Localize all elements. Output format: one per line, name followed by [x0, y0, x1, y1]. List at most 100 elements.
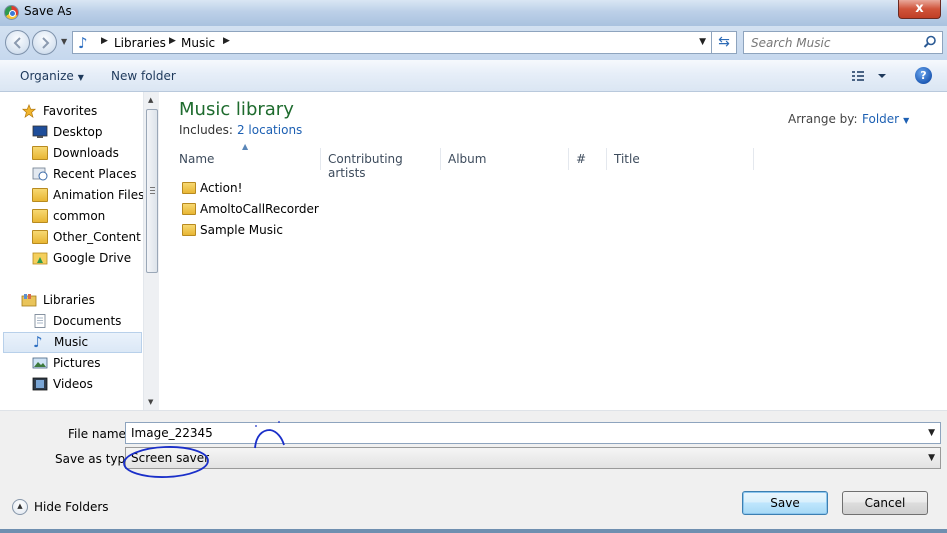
folder-icon [182, 182, 196, 194]
nav-item-other-content[interactable]: Other_Content [0, 227, 142, 248]
refresh-button[interactable]: ⇆ [712, 31, 737, 54]
command-bar: Organize ▼ New folder ? [0, 60, 947, 92]
chevron-down-icon: ▼ [928, 453, 935, 463]
nav-libraries-label: Libraries [43, 293, 95, 307]
nav-item-label: Pictures [53, 356, 101, 370]
nav-favorites-label: Favorites [43, 104, 98, 118]
scroll-down-icon[interactable]: ▼ [148, 398, 153, 406]
scroll-up-icon[interactable]: ▲ [148, 96, 153, 104]
nav-item-label: Desktop [53, 125, 103, 139]
nav-item-desktop[interactable]: Desktop [0, 122, 142, 143]
nav-item-label: Videos [53, 377, 93, 391]
new-folder-button[interactable]: New folder [111, 69, 176, 83]
nav-item-label: Other_Content [53, 230, 141, 244]
file-row[interactable]: Sample Music [179, 220, 439, 241]
nav-item-animation-files[interactable]: Animation Files [0, 185, 145, 206]
nav-item-recent-places[interactable]: Recent Places [0, 164, 142, 185]
column-header-title[interactable]: Title [607, 148, 754, 170]
save-as-type-select[interactable]: Screen saver ▼ [125, 447, 941, 469]
breadcrumb-chevron-icon[interactable]: ▶ [169, 36, 176, 46]
google-drive-icon [32, 252, 48, 265]
search-icon[interactable] [923, 35, 937, 49]
close-button[interactable]: x [898, 0, 941, 19]
nav-item-label: Google Drive [53, 251, 132, 265]
organize-label: Organize [20, 69, 74, 83]
address-dropdown-icon[interactable]: ▼ [699, 37, 706, 47]
navigation-pane: Favorites Desktop Downloads Recent Place… [0, 92, 159, 410]
file-name: Sample Music [200, 223, 283, 237]
address-bar[interactable]: ♪ ▶ Libraries ▶ Music ▶ ▼ [72, 31, 712, 54]
recent-places-icon [32, 167, 48, 181]
chrome-app-icon [4, 5, 19, 20]
breadcrumb-chevron-icon[interactable]: ▶ [101, 36, 108, 46]
nav-favorites-header[interactable]: Favorites [0, 101, 142, 122]
arrange-by-value: Folder [862, 112, 900, 126]
search-box[interactable] [743, 31, 943, 54]
column-header-number[interactable]: # [569, 148, 607, 170]
nav-item-music[interactable]: ♪ Music [3, 332, 142, 353]
arrange-by-dropdown[interactable]: Folder ▼ [862, 112, 909, 126]
nav-item-label: Music [54, 335, 89, 349]
nav-item-label: common [53, 209, 106, 223]
file-row[interactable]: AmoltoCallRecorder [179, 199, 439, 220]
search-input[interactable] [744, 32, 914, 53]
save-button[interactable]: Save [742, 491, 828, 515]
chevron-down-icon: ▼ [903, 116, 910, 125]
library-title: Music library [179, 99, 294, 120]
file-name: Action! [200, 181, 243, 195]
file-name-combo[interactable]: ▼ [125, 422, 941, 444]
nav-item-documents[interactable]: Documents [0, 311, 142, 332]
breadcrumb-libraries[interactable]: Libraries [114, 36, 166, 50]
organize-menu[interactable]: Organize ▼ [20, 69, 84, 83]
column-header-contributing-artists[interactable]: Contributing artists [321, 148, 441, 180]
folder-icon [182, 203, 196, 215]
nav-item-google-drive[interactable]: Google Drive [0, 248, 142, 269]
title-bar: Save As x [0, 0, 947, 26]
grip-icon [150, 187, 155, 194]
nav-item-label: Animation Files [53, 188, 145, 202]
scrollbar-thumb[interactable] [146, 109, 158, 273]
cancel-button[interactable]: Cancel [842, 491, 928, 515]
nav-item-videos[interactable]: Videos [0, 374, 142, 395]
file-name-input[interactable] [126, 423, 916, 443]
chevron-down-icon[interactable]: ▼ [928, 428, 935, 438]
column-header-label: Name [179, 152, 215, 166]
downloads-folder-icon [32, 146, 48, 160]
breadcrumb-music[interactable]: Music [181, 36, 215, 50]
save-form: File name: ▼ Save as type: Screen saver … [0, 410, 947, 529]
change-view-icon[interactable] [850, 68, 890, 84]
column-headers: ▲ Name Contributing artists Album # Titl… [172, 142, 754, 180]
pictures-icon [32, 357, 48, 369]
file-name-label: File name: [68, 427, 130, 441]
libraries-icon [21, 294, 37, 307]
documents-icon [34, 314, 46, 328]
videos-icon [32, 377, 48, 391]
nav-item-label: Recent Places [53, 167, 137, 181]
column-header-album[interactable]: Album [441, 148, 569, 170]
column-header-name[interactable]: ▲ Name [172, 142, 321, 170]
nav-item-label: Documents [53, 314, 122, 328]
desktop-icon [32, 125, 48, 138]
nav-libraries-header[interactable]: Libraries [0, 290, 142, 311]
locations-link[interactable]: 2 locations [237, 123, 302, 137]
file-row[interactable]: Action! [179, 178, 439, 199]
sort-ascending-icon: ▲ [242, 142, 249, 151]
refresh-icon: ⇆ [718, 34, 730, 50]
breadcrumb-chevron-icon[interactable]: ▶ [223, 36, 230, 46]
back-arrow-icon [13, 37, 21, 49]
nav-item-common[interactable]: common [0, 206, 142, 227]
includes-label: Includes: [179, 123, 233, 137]
nav-item-label: Downloads [53, 146, 119, 160]
folder-icon [32, 230, 48, 244]
arrange-by-label: Arrange by: [788, 112, 858, 126]
back-button[interactable] [5, 30, 30, 55]
file-list-pane[interactable]: Music library Includes: 2 locations Arran… [159, 92, 947, 410]
help-button[interactable]: ? [915, 67, 932, 84]
nav-item-pictures[interactable]: Pictures [0, 353, 142, 374]
recent-pages-dropdown-icon[interactable]: ▼ [61, 37, 67, 46]
nav-item-downloads[interactable]: Downloads [0, 143, 142, 164]
navigation-scrollbar[interactable]: ▲ ▼ [143, 92, 159, 410]
music-icon: ♪ [33, 333, 43, 351]
star-icon [21, 104, 37, 118]
forward-button[interactable] [32, 30, 57, 55]
